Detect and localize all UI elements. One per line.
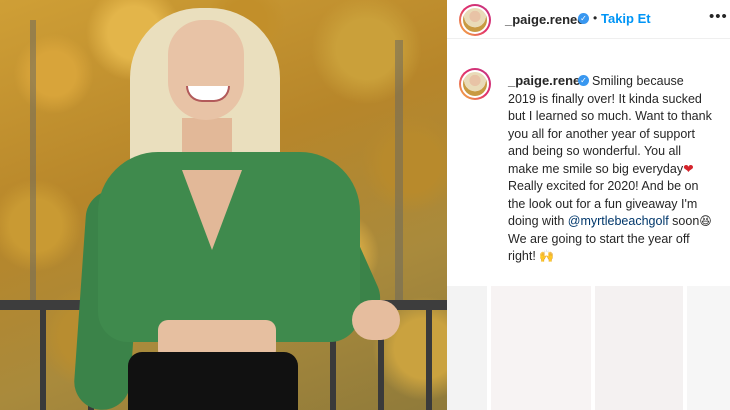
tree-trunk [30, 20, 36, 300]
caption-text: We are going to start the year off right… [508, 231, 690, 264]
verified-badge-icon: ✓ [578, 13, 589, 24]
avatar-image [463, 72, 487, 96]
heart-emoji-icon: ❤ [683, 161, 694, 176]
person-face [168, 20, 244, 120]
post-photo[interactable] [0, 0, 447, 410]
avatar-image [463, 8, 487, 32]
tree-trunk [395, 40, 403, 300]
post-caption: Smiling because 2019 is finally over! It… [508, 73, 713, 266]
header-username[interactable]: _paige.renee [505, 12, 585, 27]
follow-button[interactable]: Takip Et [601, 11, 651, 26]
railing-bar [40, 310, 46, 410]
post-header: _paige.renee ✓ • Takip Et ••• [447, 0, 730, 39]
raised-hands-emoji-icon: 🙌 [539, 249, 555, 263]
person-hand [352, 300, 400, 340]
caption-text: soon [668, 214, 700, 228]
blurred-comments-area [447, 286, 730, 410]
caption-text: Smiling because 2019 is finally over! It… [508, 74, 712, 176]
more-options-icon[interactable]: ••• [709, 8, 728, 25]
person-skirt [128, 352, 298, 410]
post-side-panel: _paige.renee ✓ • Takip Et ••• _paige.ren… [447, 0, 730, 410]
caption-avatar[interactable] [459, 68, 491, 100]
railing-bar [426, 310, 432, 410]
laughing-emoji-icon: 😆 [699, 214, 712, 228]
header-avatar[interactable] [459, 4, 491, 36]
separator-dot: • [593, 11, 598, 25]
mention-link[interactable]: @myrtlebeachgolf [568, 214, 669, 228]
